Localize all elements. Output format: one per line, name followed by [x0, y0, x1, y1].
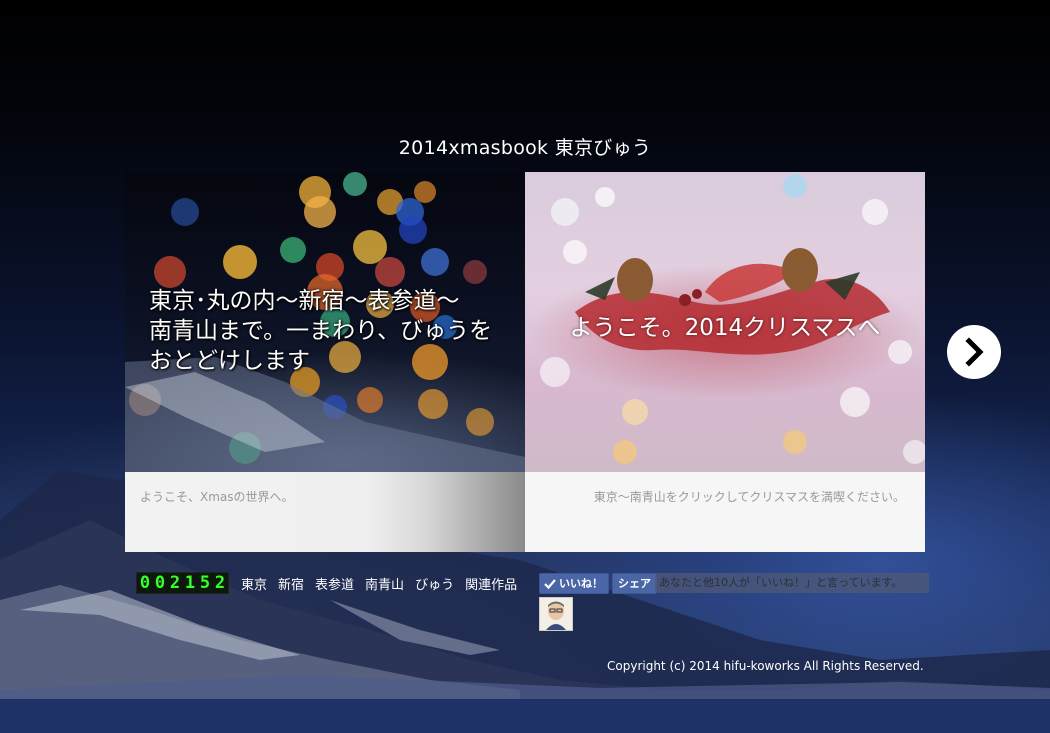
nav-link-minamiaoyama[interactable]: 南青山 [365, 574, 404, 593]
left-page-footer: ようこそ、Xmasの世界へ。 [125, 472, 525, 552]
nav-links: 東京 新宿 表参道 南青山 びゅう 関連作品 [241, 574, 528, 593]
bokeh-night-image: 東京･丸の内～新宿～表参道～ 南青山まで。一まわり、びゅうを おとどけします [125, 172, 525, 472]
counter-digit: 2 [213, 573, 227, 593]
nav-link-omotesando[interactable]: 表参道 [315, 574, 354, 593]
next-page-button[interactable] [947, 325, 1001, 379]
checkmark-icon [544, 578, 556, 589]
like-count-text: あなたと他10人が「いいね！」と言っています。 [655, 573, 929, 593]
book-page-right[interactable]: ようこそ。2014クリスマスへ 東京～南青山をクリックしてクリスマスを満喫くださ… [525, 172, 925, 552]
flipbook[interactable]: 東京･丸の内～新宿～表参道～ 南青山まで。一まわり、びゅうを おとどけします よ… [125, 172, 925, 552]
nav-link-shinjuku[interactable]: 新宿 [278, 574, 304, 593]
book-page-left[interactable]: 東京･丸の内～新宿～表参道～ 南青山まで。一まわり、びゅうを おとどけします よ… [125, 172, 525, 552]
like-button-label: いいね！ [559, 577, 603, 590]
caption-line-1: 東京･丸の内～新宿～表参道～ [149, 288, 460, 314]
caption-line-3: おとどけします [149, 348, 310, 374]
visitor-counter: 0 0 2 1 5 2 [136, 572, 229, 594]
right-page-caption: ようこそ。2014クリスマスへ [569, 315, 881, 341]
nav-row: 0 0 2 1 5 2 東京 新宿 表参道 南青山 びゅう 関連作品 いいね！ … [0, 572, 1050, 594]
facebook-share-button[interactable]: シェア [612, 573, 657, 594]
bottom-bar [0, 699, 1050, 733]
right-page-footer-text: 東京～南青山をクリックしてクリスマスを満喫ください。 [593, 490, 905, 504]
nav-link-related-works[interactable]: 関連作品 [465, 574, 517, 593]
book-title: 2014xmasbook 東京びゅう [398, 137, 652, 159]
counter-digit: 5 [198, 573, 212, 593]
chevron-right-icon [965, 337, 984, 367]
right-page-footer: 東京～南青山をクリックしてクリスマスを満喫ください。 [525, 472, 925, 552]
counter-digit: 0 [138, 573, 152, 593]
avatar[interactable] [539, 597, 573, 631]
counter-digit: 1 [183, 573, 197, 593]
facebook-like-button[interactable]: いいね！ [539, 573, 609, 594]
copyright-text: Copyright (c) 2014 hifu-koworks All Righ… [607, 659, 924, 673]
left-page-footer-text: ようこそ、Xmasの世界へ。 [140, 490, 294, 504]
christmas-decoration-image: ようこそ。2014クリスマスへ [525, 172, 925, 472]
counter-digit: 0 [153, 573, 167, 593]
nav-link-tokyo[interactable]: 東京 [241, 574, 267, 593]
caricature-portrait [540, 598, 572, 630]
caption-line-2: 南青山まで。一まわり、びゅうを [149, 318, 493, 344]
nav-link-view[interactable]: びゅう [415, 574, 454, 593]
left-page-caption: 東京･丸の内～新宿～表参道～ 南青山まで。一まわり、びゅうを おとどけします [149, 286, 519, 376]
counter-digit: 2 [168, 573, 182, 593]
